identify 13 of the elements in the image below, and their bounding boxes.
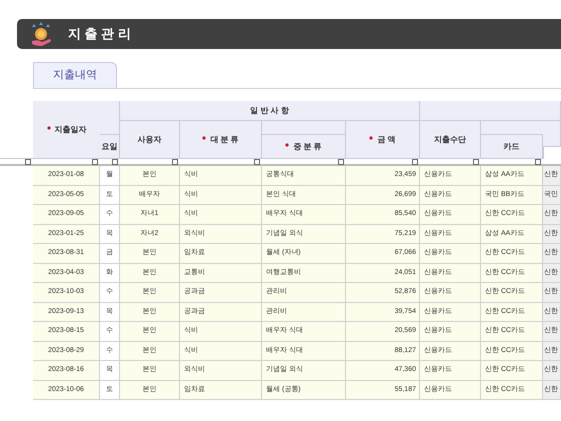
column-header: 중 분 류 (262, 134, 346, 159)
column-header: 대 분 류 (180, 121, 262, 159)
page-title: 지 출 관 리 (68, 25, 131, 44)
group-header: 일 반 사 항 (120, 101, 420, 121)
column-header: 카드 (481, 134, 543, 159)
column-header: 지출일자 (33, 101, 100, 159)
sheet-tab[interactable]: 지출내역 (33, 62, 117, 88)
header-cell (100, 101, 120, 134)
column-header: 지출수단 (420, 121, 481, 159)
column-header: 금 액 (346, 121, 420, 159)
header-cell (543, 134, 561, 146)
column-header: 요일 (100, 134, 120, 159)
column-header: 사용자 (120, 121, 180, 159)
